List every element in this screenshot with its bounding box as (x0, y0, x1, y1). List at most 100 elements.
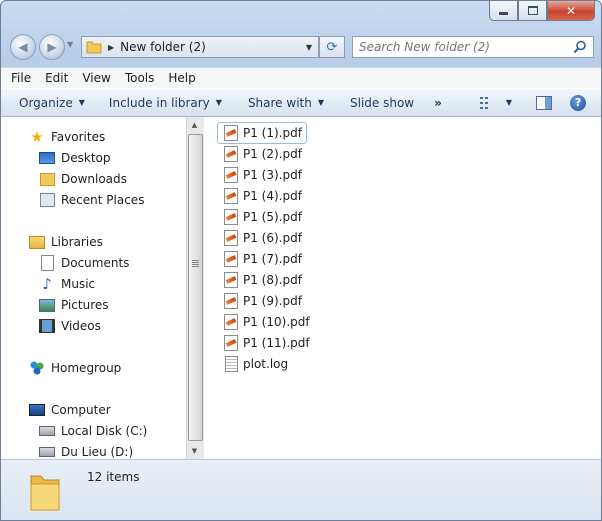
breadcrumb-arrow-icon[interactable]: ▶ (108, 43, 114, 52)
file-item[interactable]: P1 (5).pdf (218, 207, 302, 227)
nav-item-homegroup[interactable]: Homegroup (29, 358, 121, 378)
navigation-scrollbar[interactable]: ▲ ▼ (186, 117, 205, 459)
nav-item-music[interactable]: ♪ Music (39, 274, 95, 294)
nav-label: Downloads (61, 172, 127, 186)
file-item[interactable]: P1 (2).pdf (218, 144, 302, 164)
pdf-file-icon (224, 146, 238, 162)
nav-item-libraries[interactable]: Libraries (29, 232, 103, 252)
nav-item-documents[interactable]: Documents (39, 253, 129, 273)
address-row: ◀ ▶ ▼ ▶ New folder (2) ▼ ⟳ (9, 34, 594, 60)
pdf-file-icon (224, 125, 238, 141)
slideshow-label: Slide show (350, 95, 415, 110)
drive-icon (39, 423, 55, 439)
file-name: P1 (11).pdf (243, 336, 310, 350)
scroll-up-arrow-icon[interactable]: ▲ (187, 117, 202, 133)
nav-item-desktop[interactable]: Desktop (39, 148, 111, 168)
file-item[interactable]: P1 (9).pdf (218, 291, 302, 311)
organize-button[interactable]: Organize ▼ (1, 89, 93, 116)
menu-file[interactable]: File (11, 71, 31, 85)
help-icon: ? (570, 94, 587, 111)
file-item[interactable]: P1 (8).pdf (218, 270, 302, 290)
star-icon: ★ (30, 128, 44, 146)
view-dropdown-icon[interactable]: ▼ (506, 98, 512, 107)
nav-item-favorites[interactable]: ★ Favorites (29, 127, 105, 147)
nav-label: Documents (61, 256, 130, 270)
downloads-folder-icon (39, 171, 55, 187)
menu-help[interactable]: Help (168, 71, 195, 85)
videos-icon (39, 318, 55, 334)
menu-edit[interactable]: Edit (45, 71, 68, 85)
file-item[interactable]: P1 (11).pdf (218, 333, 310, 353)
menu-view[interactable]: View (82, 71, 110, 85)
nav-label: Du Lieu (D:) (61, 445, 134, 459)
address-dropdown-icon[interactable]: ▼ (306, 43, 312, 52)
explorer-window: ✕ ◀ ▶ ▼ ▶ New folder (2) ▼ ⟳ Search New … (0, 0, 602, 521)
nav-item-du-lieu-d[interactable]: Du Lieu (D:) (39, 442, 133, 459)
include-in-library-button[interactable]: Include in library ▼ (101, 89, 230, 116)
back-button[interactable]: ◀ (10, 34, 36, 60)
file-name: P1 (2).pdf (243, 147, 302, 161)
refresh-button[interactable]: ⟳ (319, 36, 345, 58)
file-item[interactable]: P1 (3).pdf (218, 165, 302, 185)
slide-show-button[interactable]: Slide show (342, 89, 422, 116)
folder-icon (86, 41, 102, 54)
scroll-down-arrow-icon[interactable]: ▼ (187, 443, 202, 459)
pdf-file-icon (224, 209, 238, 225)
share-dropdown-icon: ▼ (317, 98, 324, 107)
nav-item-computer[interactable]: Computer (29, 400, 111, 420)
nav-item-videos[interactable]: Videos (39, 316, 101, 336)
pictures-icon (39, 297, 55, 313)
file-item[interactable]: P1 (4).pdf (218, 186, 302, 206)
file-name: P1 (9).pdf (243, 294, 302, 308)
file-name: P1 (6).pdf (243, 231, 302, 245)
back-arrow-icon: ◀ (18, 40, 28, 54)
nav-item-local-disk-c[interactable]: Local Disk (C:) (39, 421, 147, 441)
file-item[interactable]: plot.log (218, 354, 288, 374)
nav-label: Computer (51, 403, 111, 417)
organize-dropdown-icon: ▼ (78, 98, 85, 107)
scrollbar-thumb[interactable] (188, 134, 203, 441)
nav-item-pictures[interactable]: Pictures (39, 295, 109, 315)
nav-item-downloads[interactable]: Downloads (39, 169, 127, 189)
pdf-file-icon (224, 167, 238, 183)
file-item[interactable]: P1 (10).pdf (218, 312, 310, 332)
preview-pane-button[interactable] (528, 89, 560, 116)
minimize-button[interactable] (489, 1, 518, 21)
nav-item-recent-places[interactable]: Recent Places (39, 190, 144, 210)
organize-label: Organize (19, 95, 73, 110)
change-view-button[interactable]: ▼ (472, 89, 520, 116)
grip-icon (192, 260, 199, 267)
maximize-icon (527, 6, 538, 15)
homegroup-icon (29, 360, 45, 376)
search-box[interactable] (352, 36, 594, 58)
share-with-button[interactable]: Share with ▼ (240, 89, 332, 116)
preview-pane-icon (536, 95, 553, 110)
close-button[interactable]: ✕ (547, 1, 595, 21)
nav-label: Desktop (61, 151, 111, 165)
documents-icon (39, 255, 55, 271)
forward-arrow-icon: ▶ (47, 40, 57, 54)
nav-label: Libraries (51, 235, 103, 249)
file-name: P1 (10).pdf (243, 315, 310, 329)
file-name: P1 (1).pdf (243, 126, 302, 140)
search-icon[interactable] (573, 40, 587, 54)
maximize-button[interactable] (518, 1, 547, 21)
nav-label: Music (61, 277, 96, 291)
pdf-file-icon (224, 272, 238, 288)
more-commands-button[interactable]: » (426, 89, 450, 116)
help-button[interactable]: ? (562, 89, 594, 116)
pdf-file-icon (224, 251, 238, 267)
nav-label: Homegroup (51, 361, 122, 375)
file-item[interactable]: P1 (6).pdf (218, 228, 302, 248)
file-item[interactable]: P1 (1).pdf (217, 122, 307, 144)
recent-pages-dropdown-icon[interactable]: ▼ (67, 40, 73, 49)
menu-tools[interactable]: Tools (125, 71, 155, 85)
search-input[interactable] (353, 39, 573, 55)
more-label: » (434, 95, 442, 110)
file-item[interactable]: P1 (7).pdf (218, 249, 302, 269)
forward-button[interactable]: ▶ (39, 34, 65, 60)
address-bar[interactable]: ▶ New folder (2) ▼ (81, 36, 319, 58)
address-path[interactable]: New folder (2) (120, 40, 306, 54)
text-file-icon (225, 356, 238, 372)
menu-bar: File Edit View Tools Help (1, 67, 601, 88)
